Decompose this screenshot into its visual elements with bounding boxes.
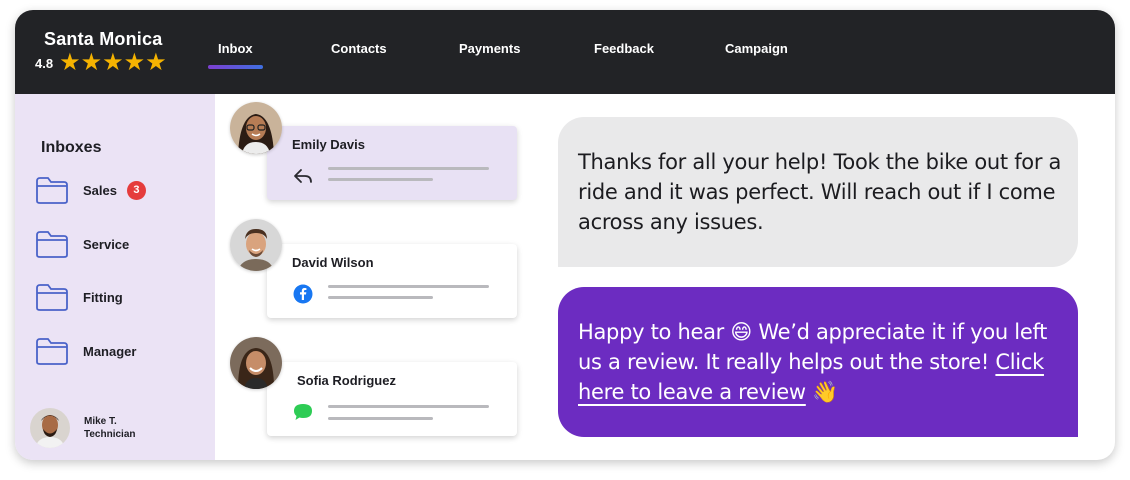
user-name: Mike T.	[84, 416, 117, 427]
message-preview-line	[328, 167, 489, 170]
avatar	[230, 337, 282, 389]
sidebar-item-label: Fitting	[83, 289, 123, 305]
avatar	[230, 102, 282, 154]
tab-inbox[interactable]: Inbox	[218, 41, 253, 56]
message-preview-line	[328, 417, 433, 420]
folder-icon	[36, 284, 68, 311]
outgoing-message-body: Happy to hear 😄 We’d appreciate it if yo…	[578, 320, 1048, 374]
folder-icon	[36, 231, 68, 258]
sidebar-item-sales[interactable]: Sales 3	[35, 176, 146, 204]
sms-icon	[294, 404, 312, 420]
conversation-card[interactable]: David Wilson	[267, 244, 517, 318]
folder-icon	[36, 338, 68, 365]
tab-contacts[interactable]: Contacts	[331, 41, 387, 56]
current-user[interactable]: Mike T. Technician	[30, 408, 136, 448]
outgoing-message-text: Happy to hear 😄 We’d appreciate it if yo…	[578, 317, 1068, 407]
rating: 4.8 ★★★★★	[35, 51, 167, 75]
top-bar: Santa Monica 4.8 ★★★★★ Inbox Contacts Pa…	[15, 10, 1115, 94]
unread-count-badge: 3	[126, 180, 146, 200]
conversation-card[interactable]: Sofia Rodriguez	[267, 362, 517, 436]
sidebar-item-label: Manager	[83, 343, 137, 359]
message-preview-line	[328, 178, 433, 181]
outgoing-message-bubble: Happy to hear 😄 We’d appreciate it if yo…	[558, 287, 1078, 437]
inboxes-heading: Inboxes	[41, 139, 102, 156]
user-role: Technician	[84, 429, 136, 440]
avatar	[230, 219, 282, 271]
facebook-icon	[293, 284, 313, 304]
sidebar-item-label: Service	[83, 236, 130, 252]
contact-name: Emily Davis	[292, 137, 365, 152]
contact-name: David Wilson	[292, 255, 374, 270]
folder-icon	[36, 177, 68, 204]
tab-payments[interactable]: Payments	[459, 41, 520, 56]
tab-campaign[interactable]: Campaign	[725, 41, 788, 56]
reply-icon	[294, 169, 312, 183]
message-preview-line	[328, 285, 489, 288]
contact-name: Sofia Rodriguez	[297, 373, 396, 388]
message-preview-line	[328, 405, 489, 408]
sidebar-item-service[interactable]: Service	[35, 230, 129, 258]
rating-value: 4.8	[35, 55, 54, 71]
incoming-message-text: Thanks for all your help! Took the bike …	[578, 150, 1062, 234]
sidebar-item-manager[interactable]: Manager	[35, 337, 136, 365]
wave-emoji: 👋	[805, 380, 839, 404]
conversation-card[interactable]: Emily Davis	[267, 126, 517, 200]
incoming-message-bubble: Thanks for all your help! Took the bike …	[558, 117, 1078, 267]
sidebar-item-fitting[interactable]: Fitting	[35, 283, 123, 311]
app-window: Santa Monica 4.8 ★★★★★ Inbox Contacts Pa…	[15, 10, 1115, 460]
store-name: Santa Monica	[44, 29, 163, 49]
user-info: Mike T. Technician	[84, 415, 136, 441]
sidebar-item-label: Sales	[83, 182, 117, 198]
tab-feedback[interactable]: Feedback	[594, 41, 654, 56]
star-rating-icons: ★★★★★	[59, 49, 167, 76]
sidebar: Inboxes Sales 3 Service Fitting Manager …	[15, 94, 215, 460]
avatar	[30, 408, 70, 448]
message-preview-line	[328, 296, 433, 299]
active-tab-indicator	[208, 65, 263, 69]
